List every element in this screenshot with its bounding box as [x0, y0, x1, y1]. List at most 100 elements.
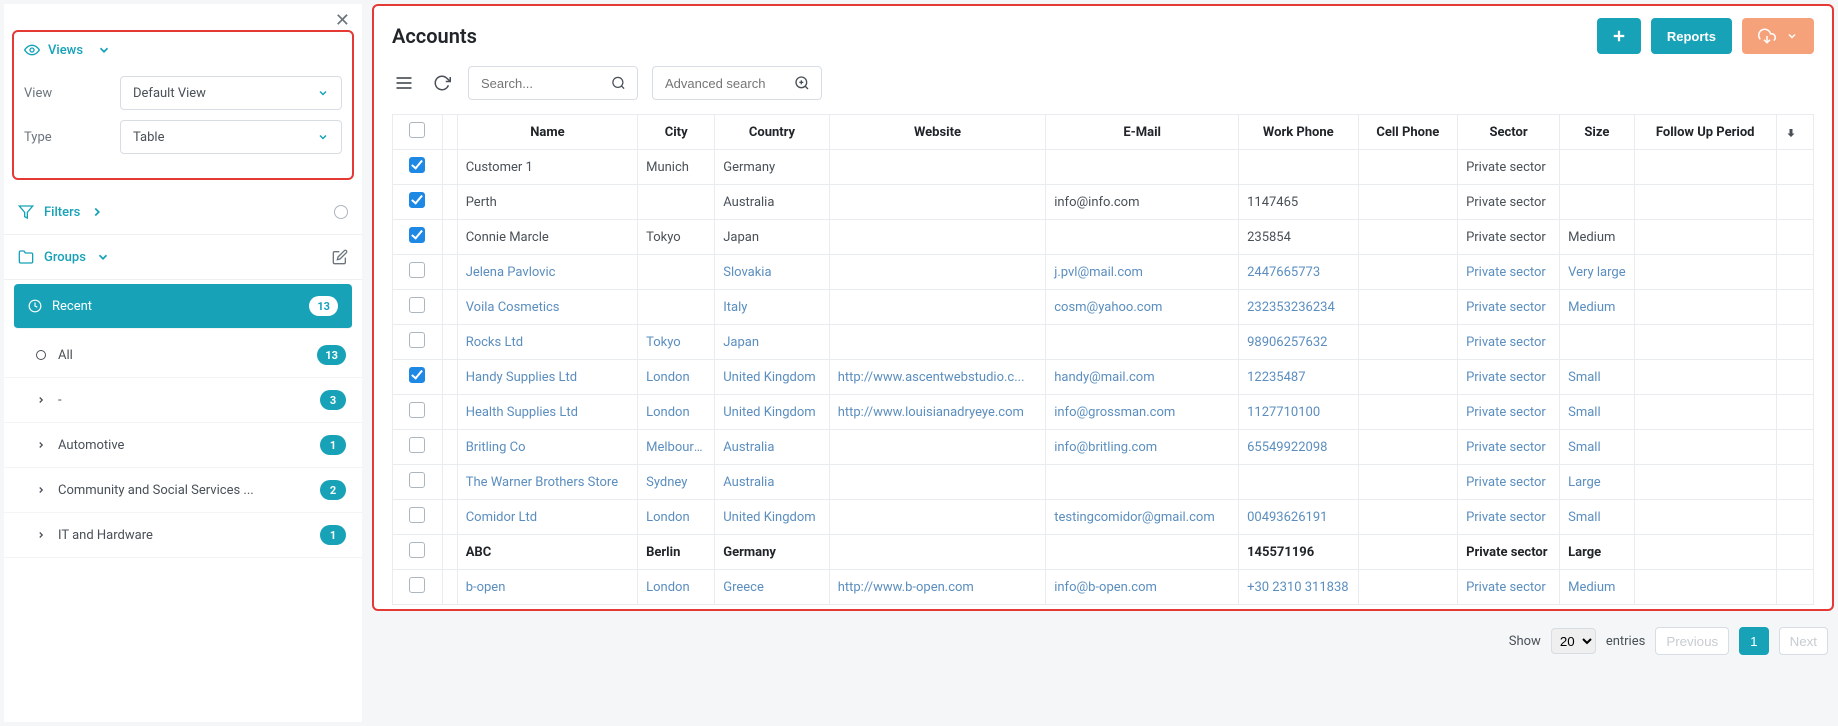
row-expander[interactable] [442, 255, 457, 290]
row-checkbox[interactable] [409, 157, 425, 173]
row-checkbox[interactable] [409, 297, 425, 313]
search-input[interactable] [468, 66, 638, 100]
row-pin[interactable] [1776, 290, 1813, 325]
row-checkbox[interactable] [409, 402, 425, 418]
reports-button[interactable]: Reports [1651, 18, 1732, 54]
row-expander[interactable] [442, 325, 457, 360]
sidebar-group-item[interactable]: Recent13 [14, 284, 352, 329]
column-header[interactable]: Name [457, 115, 637, 150]
refresh-icon[interactable] [430, 71, 454, 95]
filters-header[interactable]: Filters [4, 190, 362, 235]
next-page-button[interactable]: Next [1779, 627, 1828, 655]
row-pin[interactable] [1776, 150, 1813, 185]
row-expander[interactable] [442, 570, 457, 605]
menu-icon[interactable] [392, 71, 416, 95]
cell-name: Health Supplies Ltd [457, 395, 637, 430]
row-expander[interactable] [442, 290, 457, 325]
table-row[interactable]: Connie MarcleTokyoJapan235854Private sec… [393, 220, 1814, 255]
table-row[interactable]: Comidor LtdLondonUnited Kingdomtestingco… [393, 500, 1814, 535]
page-1-button[interactable]: 1 [1739, 627, 1768, 655]
column-header[interactable]: Size [1560, 115, 1635, 150]
row-checkbox[interactable] [409, 227, 425, 243]
row-expander[interactable] [442, 395, 457, 430]
row-checkbox[interactable] [409, 437, 425, 453]
column-header[interactable]: Cell Phone [1358, 115, 1458, 150]
sidebar-group-item[interactable]: -3 [4, 378, 362, 423]
column-header[interactable]: Work Phone [1239, 115, 1358, 150]
sidebar-group-item[interactable]: Automotive1 [4, 423, 362, 468]
column-header[interactable]: Website [829, 115, 1046, 150]
cell-cphone [1358, 255, 1458, 290]
column-header[interactable]: Sector [1458, 115, 1560, 150]
table-row[interactable]: Voila CosmeticsItalycosm@yahoo.com232353… [393, 290, 1814, 325]
cell-name: Britling Co [457, 430, 637, 465]
cell-country: Greece [715, 570, 829, 605]
table-row[interactable]: Handy Supplies LtdLondonUnited Kingdomht… [393, 360, 1814, 395]
table-row[interactable]: ABCBerlinGermany145571196Private sectorL… [393, 535, 1814, 570]
row-pin[interactable] [1776, 465, 1813, 500]
column-header[interactable]: City [638, 115, 715, 150]
row-pin[interactable] [1776, 500, 1813, 535]
row-expander[interactable] [442, 465, 457, 500]
table-row[interactable]: Jelena PavlovicSlovakiaj.pvl@mail.com244… [393, 255, 1814, 290]
row-checkbox[interactable] [409, 262, 425, 278]
row-expander[interactable] [442, 500, 457, 535]
cell-size: Small [1560, 430, 1635, 465]
cell-cphone [1358, 325, 1458, 360]
cell-name: Perth [457, 185, 637, 220]
sidebar-group-item[interactable]: Community and Social Services ...2 [4, 468, 362, 513]
row-checkbox[interactable] [409, 367, 425, 383]
row-pin[interactable] [1776, 430, 1813, 465]
add-button[interactable] [1597, 18, 1641, 54]
row-expander[interactable] [442, 185, 457, 220]
table-row[interactable]: b-openLondonGreecehttp://www.b-open.comi… [393, 570, 1814, 605]
row-checkbox[interactable] [409, 542, 425, 558]
edit-icon[interactable] [332, 249, 348, 265]
row-expander[interactable] [442, 360, 457, 395]
table-row[interactable]: Rocks LtdTokyoJapan98906257632Private se… [393, 325, 1814, 360]
row-pin[interactable] [1776, 325, 1813, 360]
row-pin[interactable] [1776, 535, 1813, 570]
row-expander[interactable] [442, 535, 457, 570]
adv-search-input[interactable] [652, 66, 822, 100]
table-row[interactable]: Britling CoMelbourneAustraliainfo@britli… [393, 430, 1814, 465]
row-checkbox[interactable] [409, 507, 425, 523]
row-checkbox[interactable] [409, 192, 425, 208]
view-select[interactable]: Default View [120, 76, 342, 110]
views-header[interactable]: Views [24, 36, 342, 64]
row-pin[interactable] [1776, 395, 1813, 430]
row-expander[interactable] [442, 220, 457, 255]
column-header[interactable]: E-Mail [1046, 115, 1239, 150]
row-checkbox[interactable] [409, 332, 425, 348]
table-row[interactable]: The Warner Brothers StoreSydneyAustralia… [393, 465, 1814, 500]
column-header[interactable]: Country [715, 115, 829, 150]
page-size-select[interactable]: 20 [1551, 628, 1596, 654]
cell-follow [1634, 325, 1776, 360]
row-pin[interactable] [1776, 220, 1813, 255]
sidebar-group-item[interactable]: IT and Hardware1 [4, 513, 362, 558]
row-pin[interactable] [1776, 185, 1813, 220]
column-header[interactable] [442, 115, 457, 150]
row-expander[interactable] [442, 430, 457, 465]
table-row[interactable]: Customer 1MunichGermanyPrivate sector [393, 150, 1814, 185]
column-header[interactable]: Follow Up Period [1634, 115, 1776, 150]
row-pin[interactable] [1776, 360, 1813, 395]
sidebar-group-item[interactable]: All13 [4, 333, 362, 378]
select-all-checkbox[interactable] [409, 122, 425, 138]
table-row[interactable]: Health Supplies LtdLondonUnited Kingdomh… [393, 395, 1814, 430]
type-select[interactable]: Table [120, 120, 342, 154]
row-checkbox[interactable] [409, 472, 425, 488]
row-pin[interactable] [1776, 570, 1813, 605]
main: Accounts Reports [372, 4, 1834, 722]
row-pin[interactable] [1776, 255, 1813, 290]
cell-wphone [1239, 465, 1358, 500]
table-row[interactable]: PerthAustraliainfo@info.com1147465Privat… [393, 185, 1814, 220]
row-checkbox[interactable] [409, 577, 425, 593]
prev-page-button[interactable]: Previous [1655, 627, 1729, 655]
close-icon[interactable]: ✕ [335, 10, 350, 31]
column-header[interactable] [393, 115, 443, 150]
row-expander[interactable] [442, 150, 457, 185]
export-button[interactable] [1742, 18, 1814, 54]
pin-icon[interactable] [1776, 115, 1813, 150]
groups-header[interactable]: Groups [4, 235, 362, 280]
